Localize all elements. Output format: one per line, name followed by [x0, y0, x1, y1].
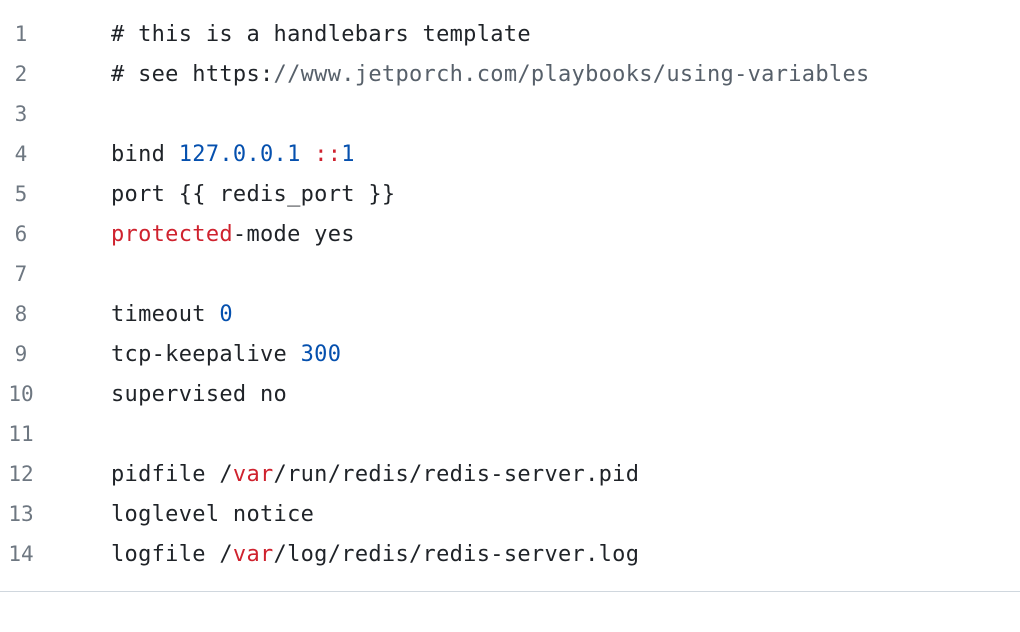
code-line: 1 # this is a handlebars template: [0, 14, 1020, 54]
code-token: 1: [341, 141, 355, 167]
code-text: # this is a handlebars template: [111, 22, 531, 47]
code-text: timeout 0: [111, 302, 233, 327]
code-token: var: [232, 461, 274, 487]
code-line: 11: [0, 414, 1020, 454]
code-token: port {{ redis_port }}: [111, 181, 396, 207]
line-number[interactable]: 1: [0, 22, 42, 46]
line-number[interactable]: 12: [0, 462, 42, 486]
code-line: 13 loglevel notice: [0, 494, 1020, 534]
code-token: //www.jetporch.com/playbooks/using-varia…: [273, 61, 870, 87]
code-token: 0: [219, 301, 233, 327]
code-line: 8 timeout 0: [0, 294, 1020, 334]
code-line: 12 pidfile /var/run/redis/redis-server.pi…: [0, 454, 1020, 494]
code-line: 6 protected-mode yes: [0, 214, 1020, 254]
code-token: # see https:: [111, 61, 274, 87]
line-number[interactable]: 8: [0, 302, 42, 326]
code-token: # this is a handlebars template: [111, 21, 531, 47]
code-token: var: [232, 541, 274, 567]
code-token: logfile /: [111, 541, 233, 567]
line-number[interactable]: 7: [0, 262, 42, 286]
line-number[interactable]: 4: [0, 142, 42, 166]
line-number[interactable]: 5: [0, 182, 42, 206]
line-number[interactable]: 14: [0, 542, 42, 566]
code-text: bind 127.0.0.1 ::1: [111, 142, 355, 167]
code-token: 127.0.0.1: [178, 141, 301, 167]
code-token: /run/redis/redis-server.pid: [273, 461, 640, 487]
code-token: pidfile /: [111, 461, 233, 487]
line-number[interactable]: 6: [0, 222, 42, 246]
code-text: logfile /var/log/redis/redis-server.log: [111, 542, 639, 567]
code-view: 1 # this is a handlebars template 2 # see h…: [0, 14, 1020, 574]
line-number[interactable]: 13: [0, 502, 42, 526]
code-token: /log/redis/redis-server.log: [273, 541, 640, 567]
line-number[interactable]: 3: [0, 102, 42, 126]
code-text: protected-mode yes: [111, 222, 355, 247]
code-line: 5 port {{ redis_port }}: [0, 174, 1020, 214]
code-line: 7: [0, 254, 1020, 294]
code-line: 9 tcp-keepalive 300: [0, 334, 1020, 374]
code-line: 3: [0, 94, 1020, 134]
code-token: loglevel notice: [111, 501, 315, 527]
code-token: timeout: [111, 301, 220, 327]
code-text: tcp-keepalive 300: [111, 342, 341, 367]
code-text: # see https://www.jetporch.com/playbooks…: [111, 62, 870, 87]
code-text: loglevel notice: [111, 502, 314, 527]
code-text: port {{ redis_port }}: [111, 182, 395, 207]
line-number[interactable]: 2: [0, 62, 42, 86]
code-token: protected: [111, 221, 233, 247]
code-line: 2 # see https://www.jetporch.com/playbook…: [0, 54, 1020, 94]
code-line: 10 supervised no: [0, 374, 1020, 414]
line-number[interactable]: 9: [0, 342, 42, 366]
code-line: 4 bind 127.0.0.1 ::1: [0, 134, 1020, 174]
code-token: 300: [300, 341, 342, 367]
code-token: supervised no: [111, 381, 288, 407]
code-token: tcp-keepalive: [111, 341, 301, 367]
line-number[interactable]: 11: [0, 422, 42, 446]
line-number[interactable]: 10: [0, 382, 42, 406]
code-token: ::: [314, 141, 342, 167]
code-text: supervised no: [111, 382, 287, 407]
code-line: 14 logfile /var/log/redis/redis-server.lo…: [0, 534, 1020, 574]
code-token: bind: [111, 141, 179, 167]
code-token: -mode yes: [232, 221, 355, 247]
code-text: pidfile /var/run/redis/redis-server.pid: [111, 462, 639, 487]
bottom-divider: [0, 591, 1020, 592]
